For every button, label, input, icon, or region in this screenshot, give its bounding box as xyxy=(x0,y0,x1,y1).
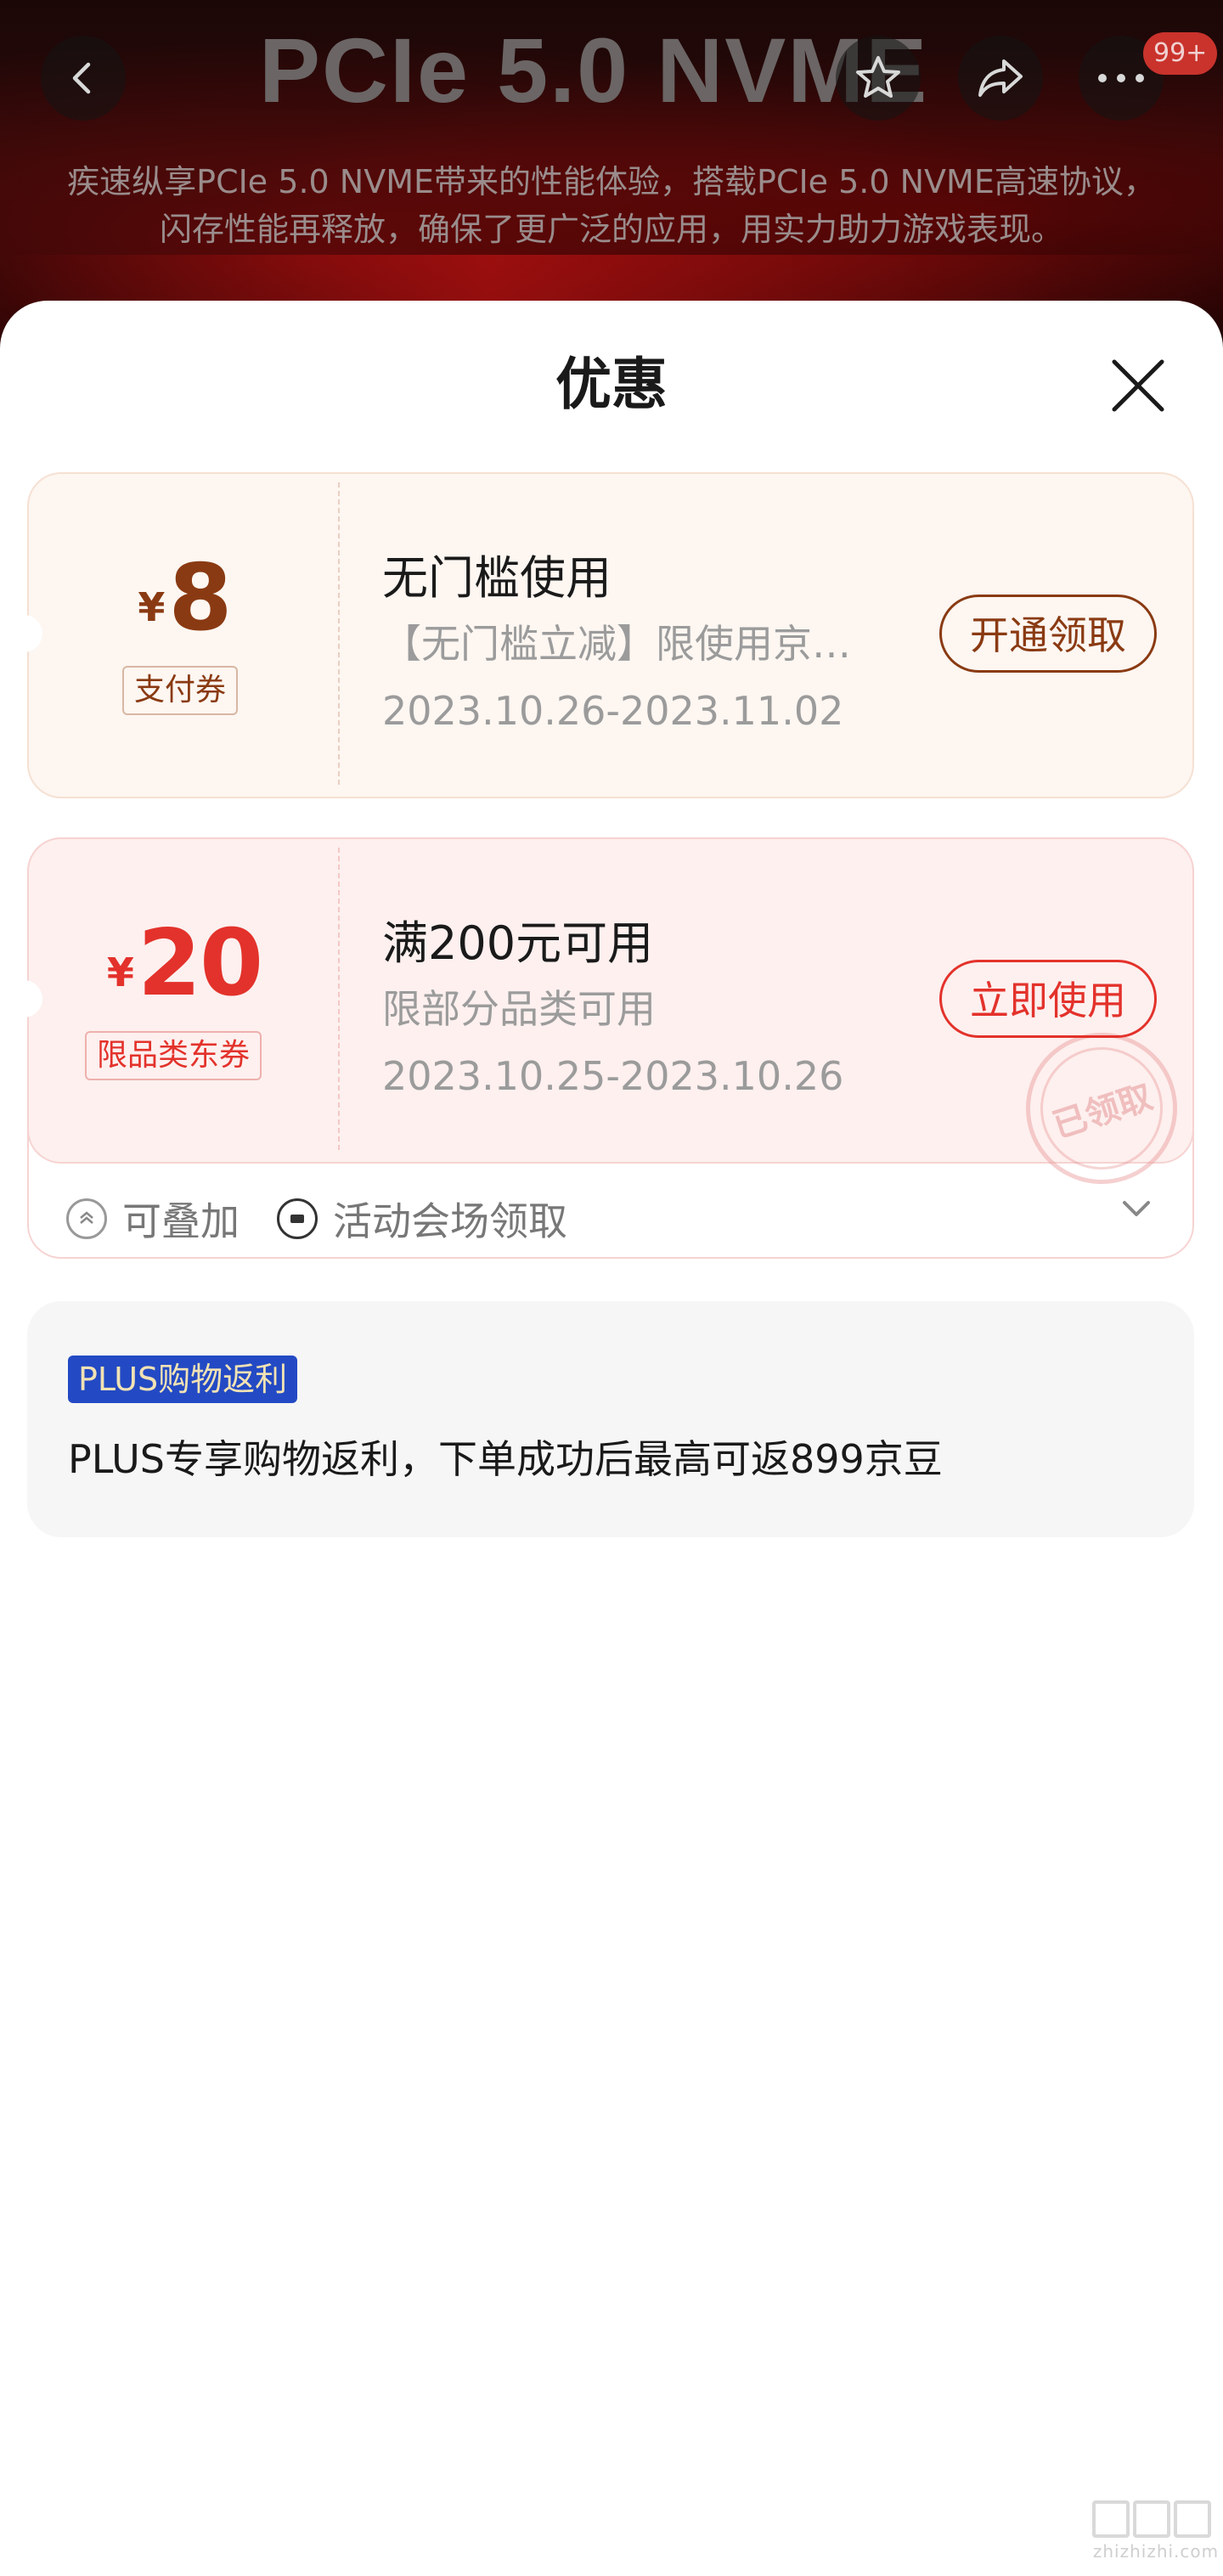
coupon-type-tag: 限品类东券 xyxy=(85,1031,262,1080)
currency-symbol: ¥ xyxy=(138,584,166,630)
use-now-button[interactable]: 立即使用 xyxy=(939,960,1157,1038)
currency-symbol: ¥ xyxy=(106,950,134,995)
plus-rebate-tag: PLUS购物返利 xyxy=(68,1356,298,1403)
amount-value: 8 xyxy=(168,545,232,651)
banner-description-line-1: 疾速纵享PCIe 5.0 NVME带来的性能体验，搭载PCIe 5.0 NVME… xyxy=(67,163,1156,200)
star-icon xyxy=(856,56,900,98)
chevron-down-icon xyxy=(1123,1201,1150,1216)
coupon-date-range: 2023.10.26-2023.11.02 xyxy=(382,688,844,734)
banner-description: 疾速纵享PCIe 5.0 NVME带来的性能体验，搭载PCIe 5.0 NVME… xyxy=(0,158,1223,253)
notification-badge: 99+ xyxy=(1143,32,1218,75)
close-icon xyxy=(1112,359,1164,412)
banner-title: PCIe 5.0 NVME xyxy=(259,19,929,121)
plus-rebate-section: PLUS购物返利 PLUS专享购物返利，下单成功后最高可返899京豆 xyxy=(27,1301,1194,1537)
stackable-label: 可叠加 xyxy=(66,1191,240,1247)
coupon-card-category-wrapper: ¥20 限品类东券 满200元可用 限部分品类可用 2023.10.25-202… xyxy=(24,837,1198,1259)
more-dots-icon xyxy=(1098,74,1144,82)
sheet-title: 优惠 xyxy=(555,352,668,417)
favorite-button[interactable] xyxy=(836,36,921,121)
coupon-date-range: 2023.10.25-2023.10.26 xyxy=(382,1053,844,1099)
stack-icon xyxy=(66,1198,107,1239)
coupon-title: 无门槛使用 xyxy=(382,551,612,605)
stackable-text: 可叠加 xyxy=(122,1198,240,1244)
coupon-footer: 可叠加 活动会场领取 xyxy=(29,1165,1192,1259)
coupon-type-tag: 支付券 xyxy=(122,666,239,715)
plus-rebate-text: PLUS专享购物返利，下单成功后最高可返899京豆 xyxy=(68,1436,943,1482)
coupon-description: 限部分品类可用 xyxy=(382,986,656,1032)
coupon-amount: ¥8 xyxy=(27,545,341,651)
watermark-logo xyxy=(1092,2500,1220,2538)
source-label: 活动会场领取 xyxy=(277,1191,567,1247)
expand-button[interactable] xyxy=(1119,1196,1153,1225)
ticket-icon xyxy=(277,1198,318,1239)
share-icon xyxy=(978,59,1023,97)
chevron-left-icon xyxy=(72,62,91,94)
coupon-amount: ¥20 xyxy=(27,910,341,1017)
share-button[interactable] xyxy=(958,36,1043,121)
coupon-card-payment: ¥8 支付券 无门槛使用 【无门槛立减】限使用京… 2023.10.26-202… xyxy=(24,472,1194,798)
banner-description-line-2: 闪存性能再释放，确保了更广泛的应用，用实力助力游戏表现。 xyxy=(159,211,1063,248)
site-watermark: zhizhizhi.com xyxy=(1092,2500,1220,2562)
coupon-card-category: ¥20 限品类东券 满200元可用 限部分品类可用 2023.10.25-202… xyxy=(24,837,1198,1204)
coupon-title: 满200元可用 xyxy=(382,916,654,970)
amount-value: 20 xyxy=(137,910,263,1017)
watermark-text: zhizhizhi.com xyxy=(1092,2541,1220,2562)
source-text: 活动会场领取 xyxy=(333,1198,567,1244)
open-and-claim-button[interactable]: 开通领取 xyxy=(939,595,1157,673)
close-button[interactable] xyxy=(1104,352,1172,420)
banner-red-streak xyxy=(0,255,1223,306)
coupon-description: 【无门槛立减】限使用京… xyxy=(382,621,851,667)
back-button[interactable] xyxy=(41,36,126,121)
